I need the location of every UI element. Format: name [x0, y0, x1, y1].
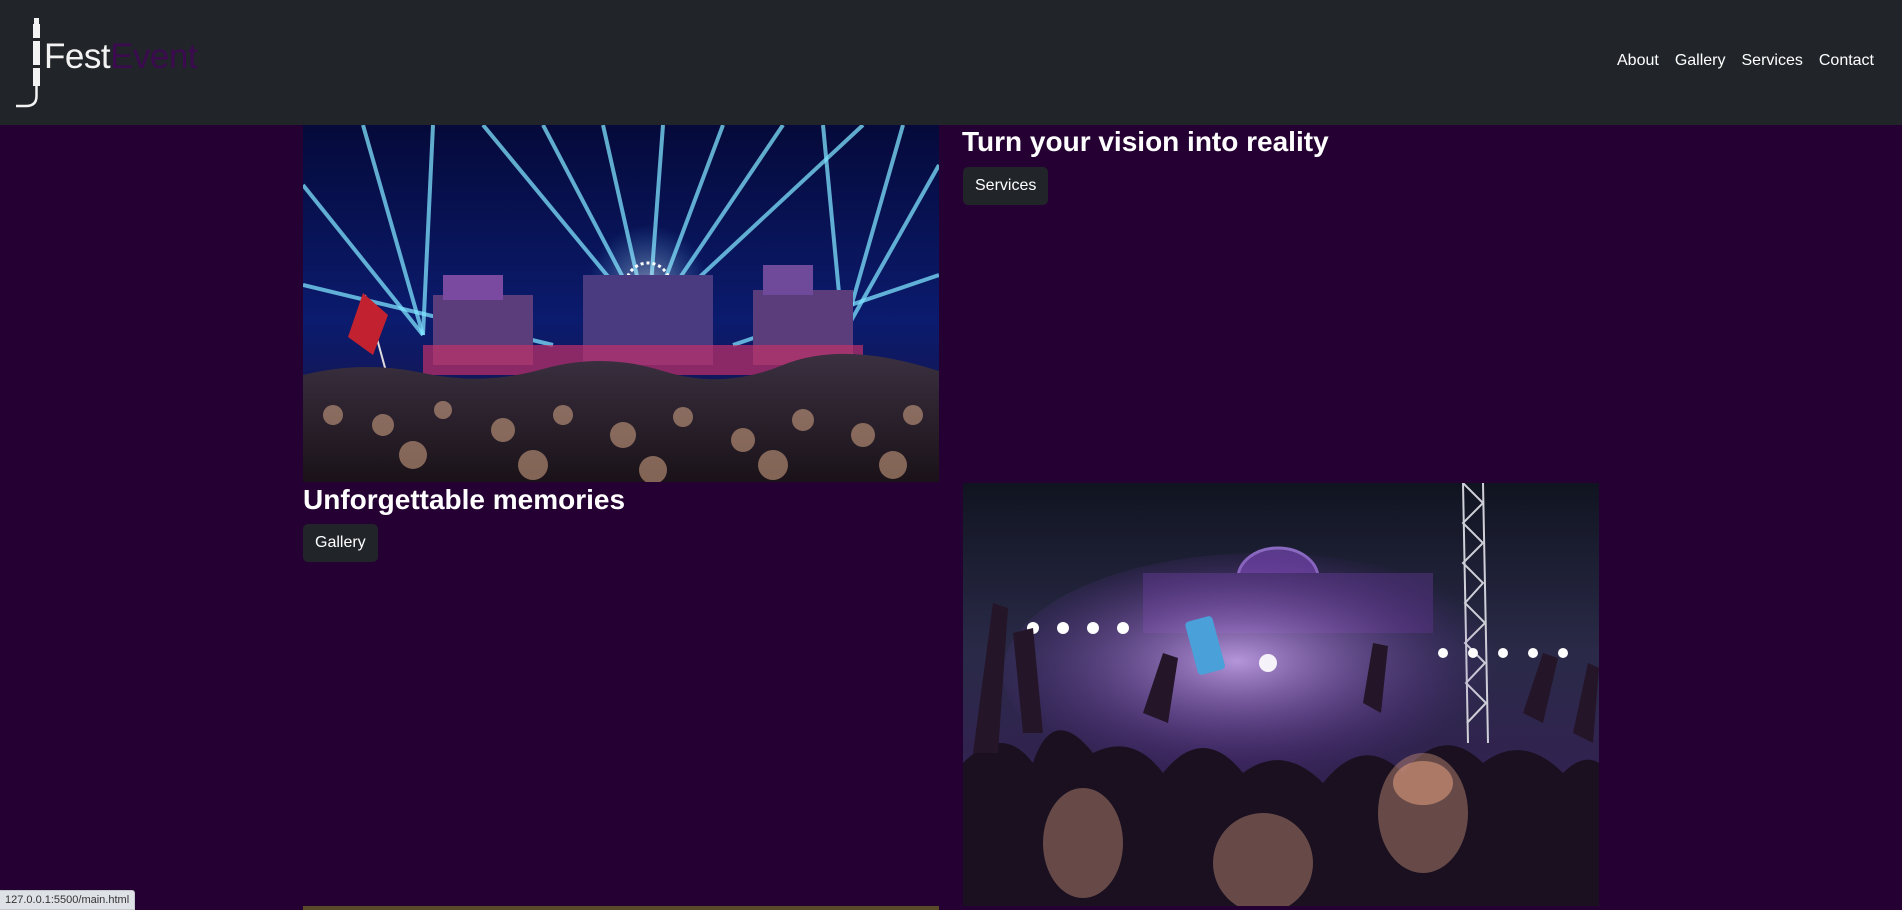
section1-heading: Turn your vision into reality — [962, 126, 1329, 157]
nav-link-services[interactable]: Services — [1734, 50, 1811, 72]
nav-link-about[interactable]: About — [1609, 50, 1667, 72]
brand-name-part2: Event — [110, 37, 198, 76]
next-section-image-edge — [303, 906, 939, 910]
audio-jack-icon — [16, 18, 41, 108]
status-bar-url: 127.0.0.1:5500/main.html — [0, 890, 136, 910]
brand-name: FestEvent — [44, 37, 198, 77]
navbar: FestEvent About Gallery Services Contact — [0, 0, 1902, 125]
nav-link-gallery[interactable]: Gallery — [1667, 50, 1734, 72]
nav-link-contact[interactable]: Contact — [1811, 50, 1882, 72]
brand-name-part1: Fest — [44, 37, 111, 76]
concert-purple-stage-crowd-photo — [963, 483, 1599, 906]
gallery-button[interactable]: Gallery — [303, 524, 378, 562]
festival-lasers-crowd-photo — [303, 125, 939, 482]
section2-heading: Unforgettable memories — [303, 484, 626, 515]
services-button[interactable]: Services — [963, 167, 1049, 205]
nav-links: About Gallery Services Contact — [1609, 50, 1882, 72]
